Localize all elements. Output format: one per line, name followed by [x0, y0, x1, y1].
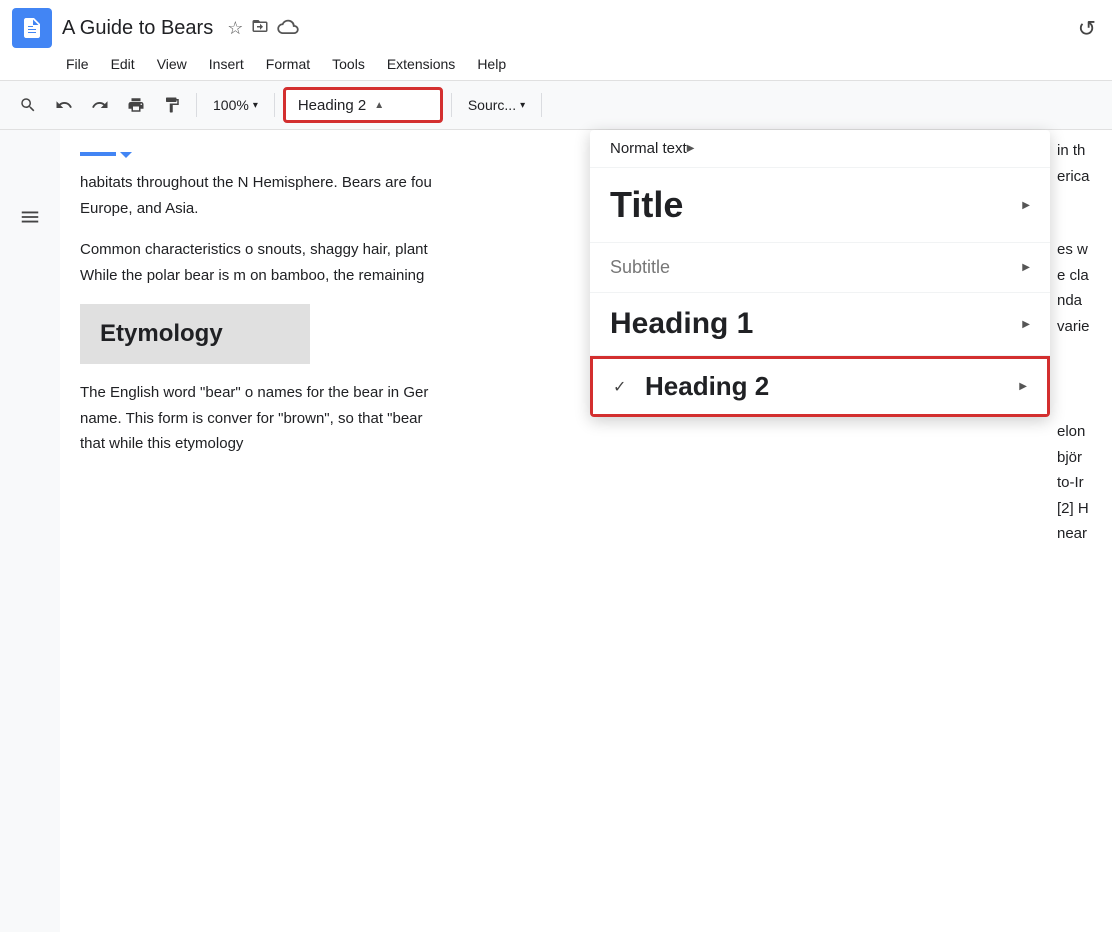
heading-style-dropdown[interactable]: Heading 2 ▲: [283, 87, 443, 123]
doc-icon: [12, 8, 52, 48]
top-bar: A Guide to Bears ☆ File Edit View Insert…: [0, 0, 1112, 81]
doc-paragraph-etymology: The English word "bear" o names for the …: [80, 380, 440, 457]
etymology-section: Etymology: [80, 304, 310, 364]
right-line-3: es w: [1057, 237, 1112, 263]
menu-view[interactable]: View: [147, 52, 197, 76]
title-label: Title: [610, 184, 1022, 226]
separator-1: [196, 93, 197, 117]
separator-2: [274, 93, 275, 117]
source-label: Sourc...: [468, 97, 516, 113]
undo-button[interactable]: [48, 89, 80, 121]
right-line-4: e cla: [1057, 263, 1112, 289]
etymology-title: Etymology: [100, 320, 223, 347]
paint-format-button[interactable]: [156, 89, 188, 121]
left-panel: [0, 130, 60, 932]
right-line-9: to-Ir: [1057, 470, 1112, 496]
zoom-dropdown[interactable]: 100% ▾: [205, 93, 266, 117]
print-button[interactable]: [120, 89, 152, 121]
para1-text: habitats throughout the N Hemisphere. Be…: [80, 174, 432, 217]
heading-selected-label: Heading 2: [298, 97, 366, 114]
right-line-10: [2] H: [1057, 496, 1112, 522]
toolbar: 100% ▾ Heading 2 ▲ Sourc... ▾: [0, 81, 1112, 130]
menu-help[interactable]: Help: [467, 52, 516, 76]
doc-paragraph-1: habitats throughout the N Hemisphere. Be…: [80, 170, 440, 221]
title-arrow: ▶: [1022, 200, 1030, 211]
title-row: A Guide to Bears ☆: [0, 0, 1112, 52]
right-line-6: varie: [1057, 314, 1112, 340]
menu-format[interactable]: Format: [256, 52, 320, 76]
normal-text-label: Normal text: [610, 140, 687, 157]
zoom-arrow-icon: ▾: [253, 100, 258, 111]
heading-arrow-icon: ▲: [374, 100, 384, 111]
star-icon[interactable]: ☆: [227, 18, 243, 39]
heading-style-dropdown-menu: Normal text ▶ Title ▶ Subtitle ▶ Heading…: [590, 130, 1050, 417]
folder-icon[interactable]: [251, 17, 269, 40]
right-line-7: elon: [1057, 419, 1112, 445]
right-line-5: nda: [1057, 288, 1112, 314]
normal-text-arrow: ▶: [687, 143, 695, 154]
etymology-text: The English word "bear" o names for the …: [80, 384, 428, 452]
menu-tools[interactable]: Tools: [322, 52, 375, 76]
zoom-value: 100%: [213, 97, 249, 113]
heading1-label: Heading 1: [610, 307, 1022, 341]
subtitle-arrow: ▶: [1022, 262, 1030, 273]
cloud-icon[interactable]: [277, 18, 299, 39]
heading2-checkmark: ✓: [613, 377, 633, 397]
menu-file[interactable]: File: [56, 52, 99, 76]
subtitle-label: Subtitle: [610, 257, 1022, 278]
redo-button[interactable]: [84, 89, 116, 121]
separator-3: [451, 93, 452, 117]
history-icon[interactable]: ↺: [1078, 16, 1096, 42]
menu-insert[interactable]: Insert: [199, 52, 254, 76]
right-overflow-text: in th erica es w e cla nda varie elon bj…: [1057, 130, 1112, 547]
title-icons: ☆: [227, 17, 299, 40]
separator-4: [541, 93, 542, 117]
dropdown-item-subtitle[interactable]: Subtitle ▶: [590, 243, 1050, 293]
menu-edit[interactable]: Edit: [101, 52, 145, 76]
title-row-inner: A Guide to Bears ☆: [62, 16, 299, 40]
heading2-label: Heading 2: [645, 371, 1019, 402]
dropdown-triangle: [120, 152, 132, 158]
menu-extensions[interactable]: Extensions: [377, 52, 465, 76]
right-line-11: near: [1057, 521, 1112, 547]
blue-underline: [80, 152, 116, 156]
doc-paragraph-2: Common characteristics o snouts, shaggy …: [80, 237, 440, 288]
dropdown-item-heading1[interactable]: Heading 1 ▶: [590, 293, 1050, 356]
heading2-arrow: ▶: [1019, 381, 1027, 392]
right-line-1: in th: [1057, 138, 1112, 164]
right-line-8: björ: [1057, 445, 1112, 471]
dropdown-item-heading2[interactable]: ✓ Heading 2 ▶: [590, 356, 1050, 417]
source-arrow-icon: ▾: [520, 100, 525, 111]
dropdown-item-title[interactable]: Title ▶: [590, 168, 1050, 243]
doc-title: A Guide to Bears: [62, 16, 213, 40]
search-button[interactable]: [12, 89, 44, 121]
dropdown-item-normal-text[interactable]: Normal text ▶: [590, 130, 1050, 168]
menu-row: File Edit View Insert Format Tools Exten…: [0, 52, 1112, 80]
heading1-arrow: ▶: [1022, 319, 1030, 330]
para2-text: Common characteristics o snouts, shaggy …: [80, 241, 428, 284]
list-menu-icon[interactable]: [19, 206, 41, 234]
source-dropdown[interactable]: Sourc... ▾: [460, 93, 533, 117]
right-line-2: erica: [1057, 164, 1112, 190]
